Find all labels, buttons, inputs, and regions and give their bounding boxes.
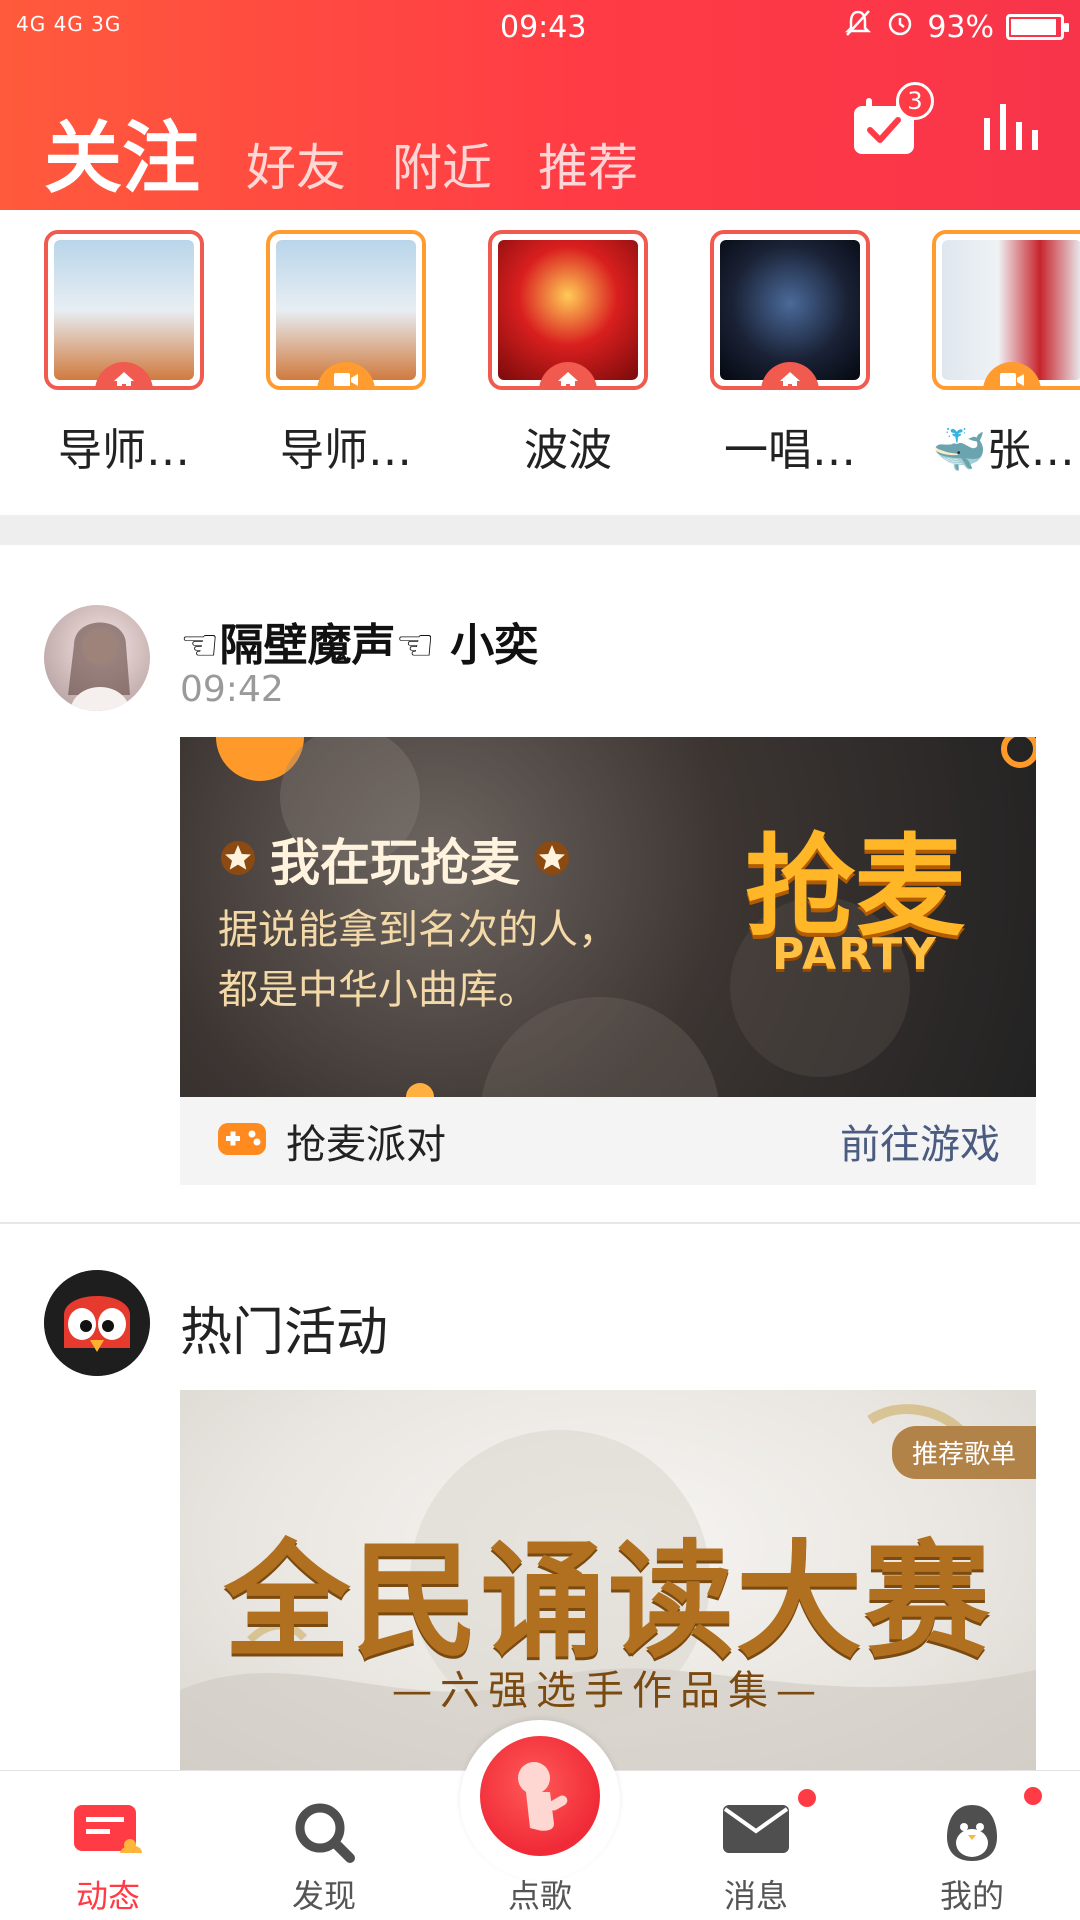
nav-messages-label: 消息 — [723, 1877, 788, 1915]
chart-bars-button[interactable] — [980, 100, 1040, 154]
avatar-activity[interactable] — [44, 1270, 150, 1376]
story-item[interactable]: 🐳张… — [932, 230, 1080, 478]
post-username[interactable]: ☜隔壁魔声☜ 小奕 — [180, 609, 538, 673]
battery-fill — [1011, 19, 1056, 35]
profile-dot — [1024, 1787, 1042, 1805]
nav-feed[interactable]: 动态 — [0, 1771, 216, 1920]
nav-messages[interactable]: 消息 — [648, 1771, 864, 1920]
activity-banner[interactable]: 推荐歌单 全民诵读大赛 —六强选手作品集— — [180, 1390, 1036, 1770]
stories-row: 导师… 导师… 波波 一唱… 🐳张… — [0, 210, 1080, 515]
checkin-badge: 3 — [896, 82, 934, 120]
star-icon — [220, 830, 256, 888]
calendar-check-icon — [852, 98, 916, 160]
gamepad-icon — [216, 1119, 268, 1163]
game-banner-line1: 据说能拿到名次的人， — [218, 907, 618, 953]
post-time: 09:42 — [180, 669, 284, 710]
story-thumbnail — [266, 230, 426, 390]
search-icon — [293, 1801, 355, 1867]
story-name: 一唱… — [724, 425, 856, 476]
whale-icon: 🐳 — [932, 425, 987, 476]
avatar[interactable] — [44, 605, 150, 711]
story-name: 导师… — [280, 425, 412, 476]
activity-banner-subtitle: —六强选手作品集— — [392, 1668, 824, 1714]
microphone-icon — [508, 1758, 572, 1838]
tab-nearby[interactable]: 附近 — [392, 128, 492, 200]
story-name: 导师… — [58, 425, 190, 476]
network-indicator: 4G 4G 3G — [16, 12, 122, 36]
story-name: 🐳张… — [932, 414, 1080, 478]
battery-icon — [1006, 14, 1069, 40]
game-footer[interactable]: 抢麦派对 前往游戏 — [180, 1097, 1036, 1185]
go-to-game-link[interactable]: 前往游戏 — [840, 1112, 1000, 1170]
story-thumbnail — [44, 230, 204, 390]
game-name: 抢麦派对 — [286, 1122, 446, 1168]
game-banner-line2: 都是中华小曲库。 — [218, 967, 538, 1013]
story-thumbnail — [710, 230, 870, 390]
activity-banner-title: 全民诵读大赛 — [224, 1527, 992, 1675]
activity-title: 热门活动 — [180, 1303, 389, 1363]
game-banner[interactable]: 我在玩抢麦 据说能拿到名次的人， 都是中华小曲库。 抢麦 PARTY — [180, 737, 1036, 1097]
battery-percent: 93% — [927, 9, 994, 45]
nav-profile-label: 我的 — [939, 1877, 1004, 1915]
game-logo: 抢麦 PARTY — [710, 827, 1000, 1007]
feed-post-activity: 热门活动 推荐歌单 全民诵读大赛 —六强选手作品集— — [0, 1224, 1080, 1770]
tab-friends[interactable]: 好友 — [246, 128, 346, 200]
header-actions: 3 — [852, 82, 1040, 156]
status-time: 09:43 — [500, 10, 587, 45]
status-right: 93% — [843, 8, 1069, 46]
sing-button-circle — [480, 1736, 600, 1856]
section-divider — [0, 515, 1080, 545]
nav-profile[interactable]: 我的 — [864, 1771, 1080, 1920]
star-icon — [534, 830, 570, 888]
top-header: 4G 4G 3G 09:43 93% 关注 好友 附近 推荐 3 — [0, 0, 1080, 210]
story-item[interactable]: 导师… — [44, 230, 204, 478]
story-name-text: 张… — [986, 425, 1075, 476]
messages-dot — [798, 1789, 816, 1807]
story-item[interactable]: 导师… — [266, 230, 426, 478]
nav-discover-label: 发现 — [291, 1877, 356, 1915]
nav-feed-label: 动态 — [75, 1877, 140, 1915]
story-thumbnail — [932, 230, 1080, 390]
top-tabs: 关注 好友 附近 推荐 — [44, 96, 638, 208]
game-banner-title-text: 我在玩抢麦 — [270, 834, 520, 892]
app-root: 4G 4G 3G 09:43 93% 关注 好友 附近 推荐 3 导师… 导师…… — [0, 0, 1080, 1920]
sing-button[interactable] — [460, 1720, 620, 1880]
checkin-button[interactable]: 3 — [852, 82, 934, 156]
tab-recommend[interactable]: 推荐 — [538, 128, 638, 200]
recommend-playlist-tag: 推荐歌单 — [891, 1426, 1036, 1479]
chart-bars-icon — [980, 104, 1040, 154]
feed-post-game: ☜隔壁魔声☜ 小奕 09:42 我在玩抢麦 据说能拿到名次的人， 都是中华小曲库… — [0, 545, 1080, 1225]
nav-discover[interactable]: 发现 — [216, 1771, 432, 1920]
story-thumbnail — [488, 230, 648, 390]
status-bar: 4G 4G 3G 09:43 93% — [0, 0, 1080, 56]
alarm-icon — [885, 8, 915, 46]
mail-icon — [721, 1801, 791, 1861]
penguin-icon — [941, 1801, 1003, 1867]
feed-icon — [72, 1801, 144, 1867]
mute-bell-icon — [843, 8, 873, 46]
story-item[interactable]: 一唱… — [710, 230, 870, 478]
tab-follow[interactable]: 关注 — [44, 96, 200, 208]
game-banner-title: 我在玩抢麦 — [220, 823, 570, 895]
story-name: 波波 — [524, 425, 612, 476]
story-item[interactable]: 波波 — [488, 230, 648, 478]
